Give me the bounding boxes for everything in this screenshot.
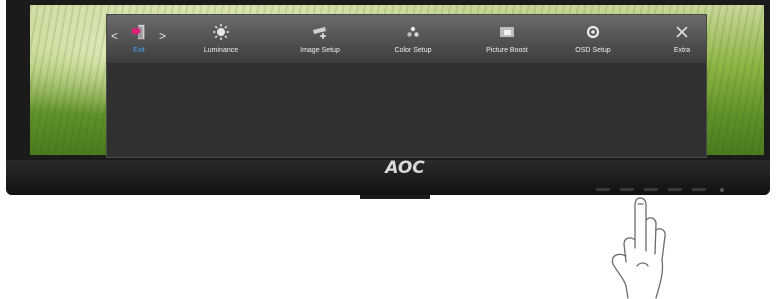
image-setup-icon — [311, 23, 329, 41]
nav-right-arrow[interactable]: > — [159, 29, 166, 43]
osd-panel: < > Exit Luminance Image Setup Color Set… — [106, 14, 707, 158]
hardware-button[interactable] — [620, 188, 634, 191]
nav-left-arrow[interactable]: < — [111, 29, 118, 43]
brand-logo: AOC — [385, 158, 425, 178]
color-setup-icon — [404, 23, 422, 41]
pointing-hand-icon — [611, 197, 666, 299]
osd-item-label: Luminance — [203, 47, 239, 54]
osd-item-label: Exit — [133, 47, 145, 54]
monitor-stand — [360, 195, 430, 199]
osd-content-area — [107, 63, 706, 156]
hardware-button[interactable] — [644, 188, 658, 191]
osd-item-image-setup[interactable]: Image Setup — [293, 15, 347, 63]
osd-item-extra[interactable]: Extra — [667, 15, 697, 63]
monitor: < > Exit Luminance Image Setup Color Set… — [6, 0, 770, 195]
osd-item-label: Picture Boost — [486, 47, 528, 54]
picture-boost-icon — [498, 23, 516, 41]
osd-item-label: Color Setup — [394, 47, 432, 54]
osd-item-picture-boost[interactable]: Picture Boost — [477, 15, 537, 63]
osd-item-label: Extra — [673, 47, 691, 54]
osd-item-exit[interactable]: Exit — [119, 15, 159, 63]
exit-door-icon — [130, 23, 148, 41]
osd-item-luminance[interactable]: Luminance — [199, 15, 243, 63]
hardware-button[interactable] — [692, 188, 706, 191]
extra-icon — [673, 23, 691, 41]
hardware-buttons — [596, 188, 726, 194]
hardware-button[interactable] — [596, 188, 610, 191]
brightness-icon — [212, 23, 230, 41]
osd-item-color-setup[interactable]: Color Setup — [386, 15, 440, 63]
osd-item-osd-setup[interactable]: OSD Setup — [569, 15, 617, 63]
osd-item-label: OSD Setup — [575, 47, 611, 54]
osd-setup-icon — [584, 23, 602, 41]
osd-item-label: Image Setup — [300, 47, 340, 54]
power-led-icon — [720, 188, 724, 192]
hardware-button[interactable] — [668, 188, 682, 191]
osd-menu-bar: < > Exit Luminance Image Setup Color Set… — [107, 15, 706, 63]
